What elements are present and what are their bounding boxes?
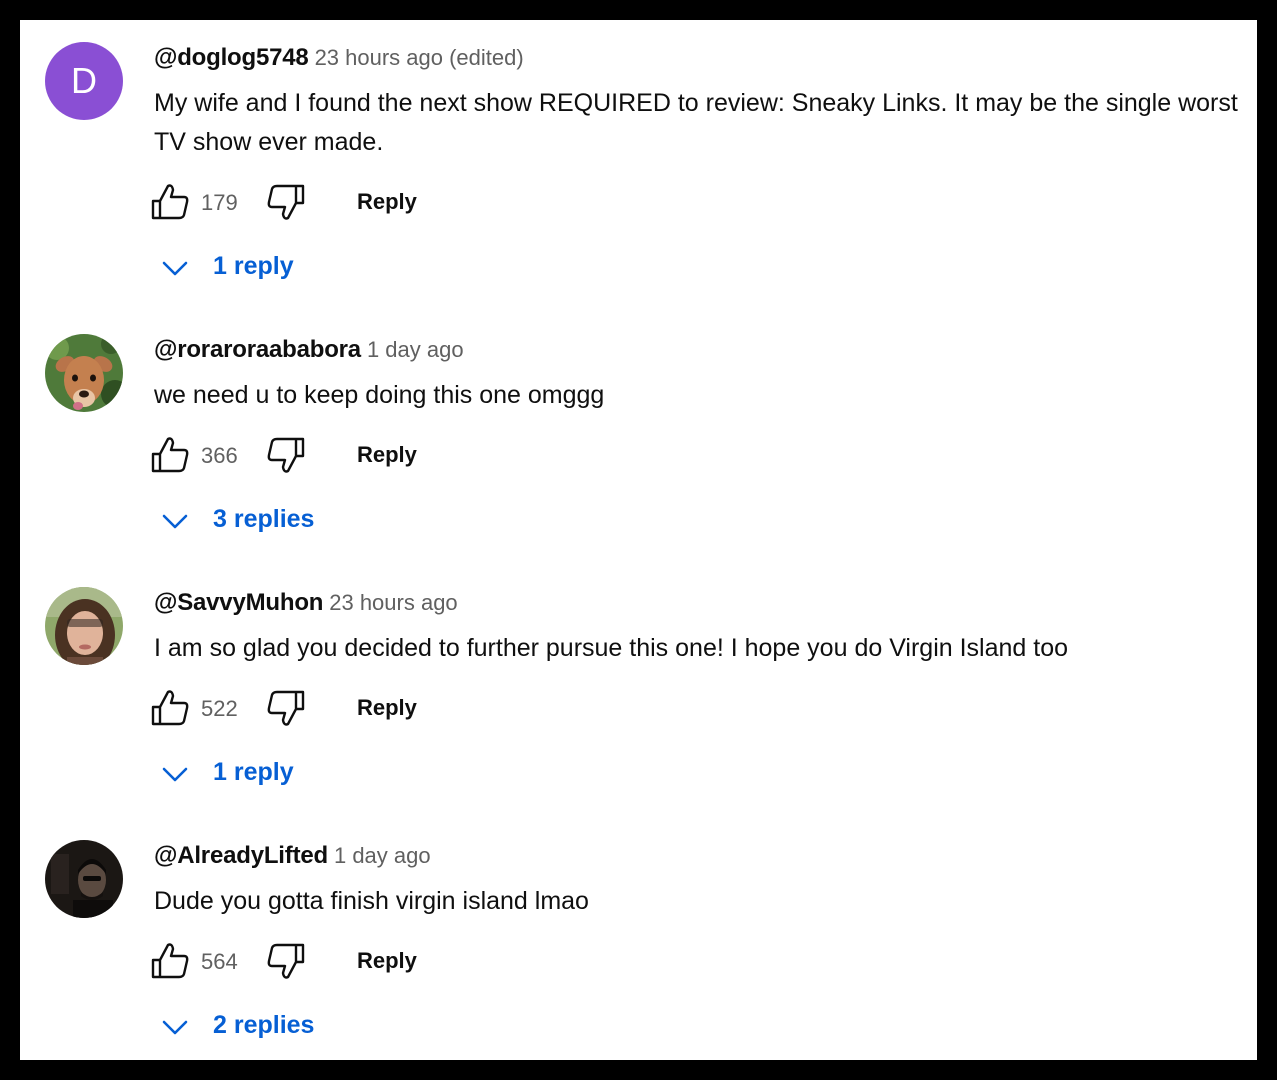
chevron-down-icon <box>162 261 188 276</box>
replies-count-label: 3 replies <box>213 505 315 533</box>
comment-author[interactable]: @SavvyMuhon <box>154 589 323 616</box>
view-replies-button[interactable]: 2 replies <box>158 1007 418 1047</box>
avatar[interactable] <box>45 840 123 918</box>
replies-count-label: 2 replies <box>213 1011 315 1039</box>
comment-actions: 522 Reply <box>150 688 550 728</box>
comment-author[interactable]: @AlreadyLifted <box>154 842 328 869</box>
like-count: 366 <box>201 443 238 468</box>
thumbs-up-icon <box>151 690 189 726</box>
comment-header: @roraroraababora 1 day ago <box>154 336 464 364</box>
comment-header: @AlreadyLifted 1 day ago <box>154 842 431 870</box>
chevron-down-icon <box>162 514 188 529</box>
comment-time[interactable]: 23 hours ago (edited) <box>315 45 524 70</box>
chevron-down-icon <box>162 767 188 782</box>
avatar[interactable]: D <box>45 42 123 120</box>
dislike-button[interactable] <box>266 435 306 475</box>
like-button[interactable] <box>150 182 190 222</box>
thumbs-down-icon <box>267 943 305 979</box>
view-replies-button[interactable]: 3 replies <box>158 501 418 541</box>
avatar-letter: D <box>45 42 123 120</box>
comment-item: D @doglog5748 23 hours ago (edited) My wi… <box>20 20 1257 280</box>
avatar[interactable] <box>45 334 123 412</box>
comments-section: D @doglog5748 23 hours ago (edited) My wi… <box>20 20 1257 1060</box>
comment-item: @SavvyMuhon 23 hours ago I am so glad you… <box>20 565 1257 818</box>
thumbs-up-icon <box>151 184 189 220</box>
comment-text: I am so glad you decided to further purs… <box>154 634 1069 662</box>
dislike-button[interactable] <box>266 941 306 981</box>
comment-actions: 366 Reply <box>150 435 550 475</box>
reply-button[interactable]: Reply <box>357 189 417 215</box>
dislike-button[interactable] <box>266 688 306 728</box>
view-replies-button[interactable]: 1 reply <box>158 754 418 794</box>
profile-photo-avatar <box>45 840 123 918</box>
comment-time[interactable]: 1 day ago <box>334 843 431 868</box>
comment-time[interactable]: 1 day ago <box>367 337 464 362</box>
comment-text: My wife and I found the next show REQUIR… <box>154 89 1238 156</box>
fawn-avatar-image <box>45 334 123 412</box>
like-count: 179 <box>201 190 238 215</box>
like-button[interactable] <box>150 688 190 728</box>
profile-photo-avatar <box>45 587 123 665</box>
replies-count-label: 1 reply <box>213 758 294 786</box>
thumbs-down-icon <box>267 184 305 220</box>
comment-time[interactable]: 23 hours ago <box>329 590 457 615</box>
dislike-button[interactable] <box>266 182 306 222</box>
thumbs-up-icon <box>151 943 189 979</box>
thumbs-down-icon <box>267 690 305 726</box>
reply-button[interactable]: Reply <box>357 695 417 721</box>
like-count: 522 <box>201 696 238 721</box>
comment-author[interactable]: @doglog5748 <box>154 44 309 71</box>
replies-count-label: 1 reply <box>213 252 294 280</box>
comment-text: we need u to keep doing this one omggg <box>154 381 605 409</box>
comment-actions: 564 Reply <box>150 941 550 981</box>
reply-button[interactable]: Reply <box>357 948 417 974</box>
comment-header: @SavvyMuhon 23 hours ago <box>154 589 458 617</box>
avatar[interactable] <box>45 587 123 665</box>
like-button[interactable] <box>150 435 190 475</box>
like-button[interactable] <box>150 941 190 981</box>
comment-item: @AlreadyLifted 1 day ago Dude you gotta f… <box>20 818 1257 1060</box>
comment-text: Dude you gotta finish virgin island lmao <box>154 887 589 915</box>
comment-item: @roraroraababora 1 day ago we need u to k… <box>20 312 1257 565</box>
thumbs-down-icon <box>267 437 305 473</box>
thumbs-up-icon <box>151 437 189 473</box>
chevron-down-icon <box>162 1020 188 1035</box>
view-replies-button[interactable]: 1 reply <box>158 248 418 288</box>
like-count: 564 <box>201 949 238 974</box>
comment-author[interactable]: @roraroraababora <box>154 336 361 363</box>
comment-actions: 179 Reply <box>150 182 550 222</box>
reply-button[interactable]: Reply <box>357 442 417 468</box>
comment-header: @doglog5748 23 hours ago (edited) <box>154 44 524 72</box>
